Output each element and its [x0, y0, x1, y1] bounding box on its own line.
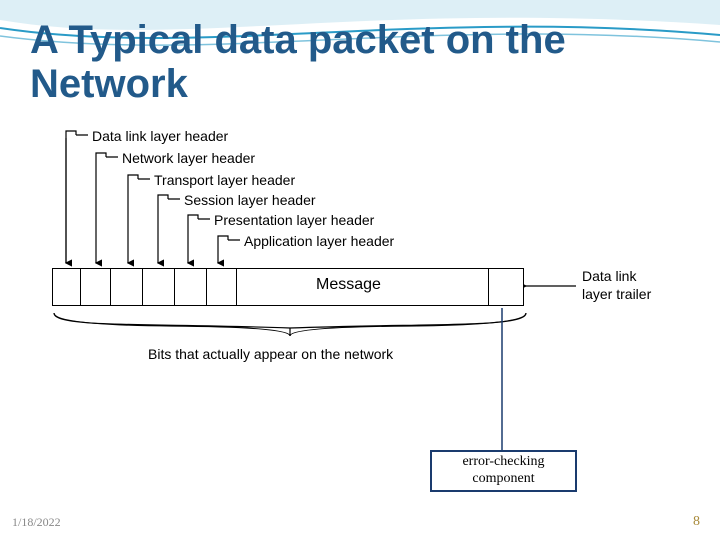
- slide-title: A Typical data packet on the Network: [30, 18, 690, 106]
- label-bits: Bits that actually appear on the network: [148, 346, 393, 362]
- label-message: Message: [316, 276, 381, 294]
- cell-application: [207, 269, 237, 305]
- packet-bar: [52, 268, 524, 306]
- callout-error-checking: error-checking component: [430, 450, 577, 492]
- packet-diagram: Data link layer header Network layer hea…: [48, 128, 672, 418]
- cell-transport: [111, 269, 143, 305]
- cell-data-link: [53, 269, 81, 305]
- footer-page: 8: [693, 514, 700, 530]
- label-trailer: Data linklayer trailer: [582, 268, 672, 303]
- label-trailer-text: Data linklayer trailer: [582, 268, 651, 302]
- cell-session: [143, 269, 175, 305]
- callout-line2: component: [432, 471, 575, 488]
- cell-network: [81, 269, 111, 305]
- footer-date: 1/18/2022: [12, 515, 61, 530]
- cell-presentation: [175, 269, 207, 305]
- callout-line1: error-checking: [432, 454, 575, 471]
- cell-trailer: [489, 269, 523, 305]
